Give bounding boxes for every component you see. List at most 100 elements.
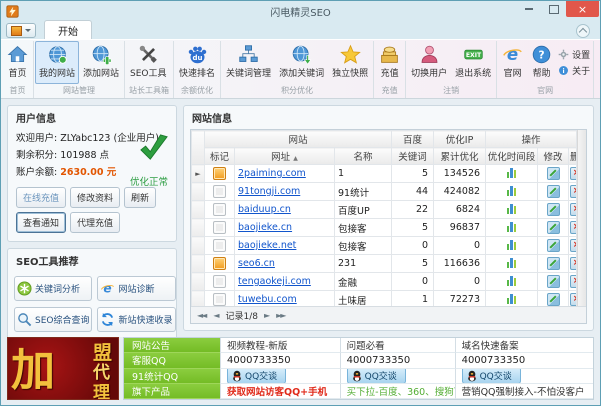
maximize-button[interactable] [541,1,566,17]
site-link[interactable]: 91tongji.com [238,186,300,197]
minimize-button[interactable] [516,1,541,17]
site-link[interactable]: seo6.cn [238,258,275,269]
col-header-url[interactable]: 网址▲ [235,148,335,165]
view-notice-button[interactable]: 查看通知 [16,212,66,233]
exit-button[interactable]: EXIT 退出系统 [451,41,495,84]
site-link[interactable]: tengaokeji.com [238,276,311,287]
site-diagnose-button[interactable]: e 网站诊断 [97,276,175,301]
product-link-3[interactable]: 营销QQ强制接入-不怕没客户 [455,384,593,399]
add-keyword-button[interactable]: 添加关键词 [275,41,328,84]
edit-icon[interactable] [547,167,560,180]
qq-chat-button[interactable]: QQ交谈 [347,369,406,384]
mark-icon[interactable] [213,167,226,180]
product-link-2[interactable]: 买下拉-百度、360、搜狗下拉框 [340,384,455,399]
my-sites-button[interactable]: 我的网站 [35,41,79,84]
chart-icon[interactable] [507,293,517,304]
delete-icon[interactable]: × [570,185,576,198]
table-row[interactable]: baojieke.cn 包接客 5 96837 × [192,219,577,237]
row-selector[interactable] [192,219,205,237]
table-row[interactable]: 91tongji.com 91统计 44 424082 × [192,183,577,201]
table-row[interactable]: tuwebu.com 土味居 1 72273 × [192,291,577,307]
row-selector[interactable] [192,273,205,291]
keyword-manage-button[interactable]: 关键词管理 [222,41,275,84]
chart-icon[interactable] [507,239,517,250]
switch-user-button[interactable]: 切换用户 [407,41,451,84]
delete-icon[interactable]: × [570,203,576,216]
delete-icon[interactable]: × [570,275,576,288]
table-row[interactable]: tengaokeji.com 金融 0 0 × [192,273,577,291]
site-link[interactable]: 2paiming.com [238,168,306,179]
table-row[interactable]: baojieke.net 包接客 0 0 × [192,237,577,255]
site-link[interactable]: baojieke.cn [238,222,292,233]
help-button[interactable]: ? 帮助 [527,41,556,84]
edit-icon[interactable] [547,203,560,216]
edit-icon[interactable] [547,275,560,288]
col-header-delete[interactable]: 删除 [569,148,577,165]
agent-recharge-button[interactable]: 代理充值 [70,212,120,233]
qq-chat-button[interactable]: QQ交谈 [462,369,521,384]
agent-ad-banner[interactable]: 加 盟 代 理 [7,337,119,400]
row-selector[interactable] [192,201,205,219]
delete-icon[interactable]: × [570,221,576,234]
first-record-button[interactable]: ◄◄ [197,311,207,320]
chart-icon[interactable] [507,203,517,214]
keyword-analysis-button[interactable]: 关键词分析 [14,276,92,301]
delete-icon[interactable]: × [570,167,576,180]
row-selector[interactable] [192,291,205,307]
col-header-total[interactable]: 累计优化 [434,148,486,165]
edit-icon[interactable] [547,293,560,306]
table-row[interactable]: ► 2paiming.com 1 5 134526 × [192,165,577,183]
settings-button[interactable]: 设置 [558,48,590,61]
mark-icon[interactable] [213,275,226,288]
delete-icon[interactable]: × [570,293,576,306]
site-link[interactable]: baiduup.cn [238,204,291,215]
announce-link-2[interactable]: 问题必看 [340,338,455,353]
chart-icon[interactable] [507,275,517,286]
edit-icon[interactable] [547,185,560,198]
edit-profile-button[interactable]: 修改资料 [70,187,120,208]
close-button[interactable]: × [566,1,599,17]
col-header-keywords[interactable]: 关键词 [392,148,434,165]
mark-icon[interactable] [213,257,226,270]
mark-icon[interactable] [213,203,226,216]
row-selector[interactable] [192,183,205,201]
home-button[interactable]: 首页 [3,41,32,84]
row-selector[interactable] [192,237,205,255]
tab-start[interactable]: 开始 [44,20,92,39]
announce-link-1[interactable]: 视频教程-新版 [220,338,340,353]
quick-rank-button[interactable]: du 快速排名 [175,41,219,84]
recharge-button[interactable]: 充值 [375,41,404,84]
site-link[interactable]: baojieke.net [238,240,296,251]
seo-query-button[interactable]: SEO综合查询 [14,307,92,332]
ribbon-collapse-button[interactable] [576,24,590,38]
col-header-period[interactable]: 优化时间段 [486,148,538,165]
snapshot-button[interactable]: 独立快照 [328,41,372,84]
chart-icon[interactable] [507,185,517,196]
mark-icon[interactable] [213,185,226,198]
edit-icon[interactable] [547,221,560,234]
add-site-button[interactable]: 添加网站 [79,41,123,84]
online-recharge-button[interactable]: 在线充值 [16,187,66,208]
app-menu-button[interactable] [6,23,36,38]
qq-chat-button[interactable]: QQ交谈 [227,369,286,384]
quick-index-button[interactable]: 新站快速收录 [97,307,175,332]
chart-icon[interactable] [507,221,517,232]
site-link[interactable]: tuwebu.com [238,294,297,305]
about-button[interactable]: i 关于 [558,64,590,77]
mark-icon[interactable] [213,221,226,234]
chart-icon[interactable] [507,167,517,178]
vertical-scrollbar[interactable] [577,130,586,306]
mark-icon[interactable] [213,293,226,306]
next-record-button[interactable]: ► [264,311,270,320]
last-record-button[interactable]: ►► [276,311,286,320]
col-header-name[interactable]: 名称 [335,148,392,165]
chart-icon[interactable] [507,257,517,268]
row-selector[interactable] [192,255,205,273]
refresh-button[interactable]: 刷新 [124,187,156,208]
delete-icon[interactable]: × [570,257,576,270]
delete-icon[interactable]: × [570,239,576,252]
seo-tools-button[interactable]: SEO工具 [126,41,170,84]
col-header-mark[interactable]: 标记 [205,148,235,165]
edit-icon[interactable] [547,239,560,252]
mark-icon[interactable] [213,239,226,252]
